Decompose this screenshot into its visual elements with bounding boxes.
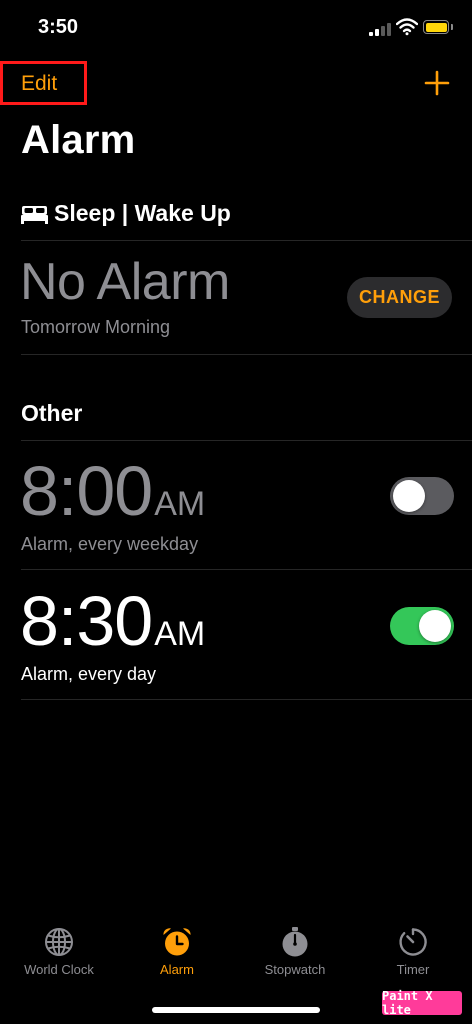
tab-label: Stopwatch xyxy=(264,962,326,977)
alarm-period: AM xyxy=(154,615,206,653)
other-section-title: Other xyxy=(21,400,83,426)
change-button[interactable]: CHANGE xyxy=(347,277,452,318)
battery-icon xyxy=(423,20,449,34)
tab-alarm[interactable]: Alarm xyxy=(118,926,236,977)
sleep-alarm-subtitle: Tomorrow Morning xyxy=(21,317,171,337)
globe-icon xyxy=(45,928,73,956)
status-time: 3:50 xyxy=(38,16,79,38)
cellular-signal-icon xyxy=(369,22,391,36)
home-indicator[interactable] xyxy=(152,1007,320,1013)
plus-icon[interactable] xyxy=(424,70,450,96)
page-title: Alarm xyxy=(21,118,136,162)
alarm-period: AM xyxy=(154,485,206,523)
divider xyxy=(21,699,472,700)
divider xyxy=(21,354,472,355)
battery-cap xyxy=(451,24,453,30)
alarm-toggle[interactable] xyxy=(390,477,454,515)
tab-label: Timer xyxy=(396,962,430,977)
tab-label: Alarm xyxy=(160,962,194,977)
alarm-time[interactable]: 8:30AM xyxy=(20,586,205,656)
timer-icon xyxy=(399,928,427,956)
bed-icon xyxy=(21,205,48,224)
edit-highlight-box xyxy=(0,61,87,105)
toggle-knob xyxy=(419,610,451,642)
tab-stopwatch[interactable]: Stopwatch xyxy=(236,926,354,977)
sleep-section-title: Sleep | Wake Up xyxy=(54,200,231,226)
alarm-label: Alarm, every day xyxy=(21,664,157,684)
alarm-label: Alarm, every weekday xyxy=(21,534,199,554)
alarm-time-value: 8:30 xyxy=(20,582,153,660)
alarm-time[interactable]: 8:00AM xyxy=(20,456,205,526)
divider xyxy=(21,440,472,441)
divider xyxy=(21,569,472,570)
stopwatch-icon xyxy=(282,927,308,957)
sleep-section-header: Sleep | Wake Up xyxy=(21,200,231,227)
divider xyxy=(21,240,472,241)
alarm-clock-icon xyxy=(163,928,191,956)
sleep-alarm-state: No Alarm xyxy=(20,253,230,311)
alarm-toggle[interactable] xyxy=(390,607,454,645)
tab-timer[interactable]: Timer xyxy=(354,926,472,977)
tab-label: World Clock xyxy=(24,962,94,977)
toggle-knob xyxy=(393,480,425,512)
wifi-icon xyxy=(396,18,418,36)
alarm-time-value: 8:00 xyxy=(20,452,153,530)
tab-world-clock[interactable]: World Clock xyxy=(0,926,118,977)
watermark-logo: Paint X lite xyxy=(382,989,462,1017)
